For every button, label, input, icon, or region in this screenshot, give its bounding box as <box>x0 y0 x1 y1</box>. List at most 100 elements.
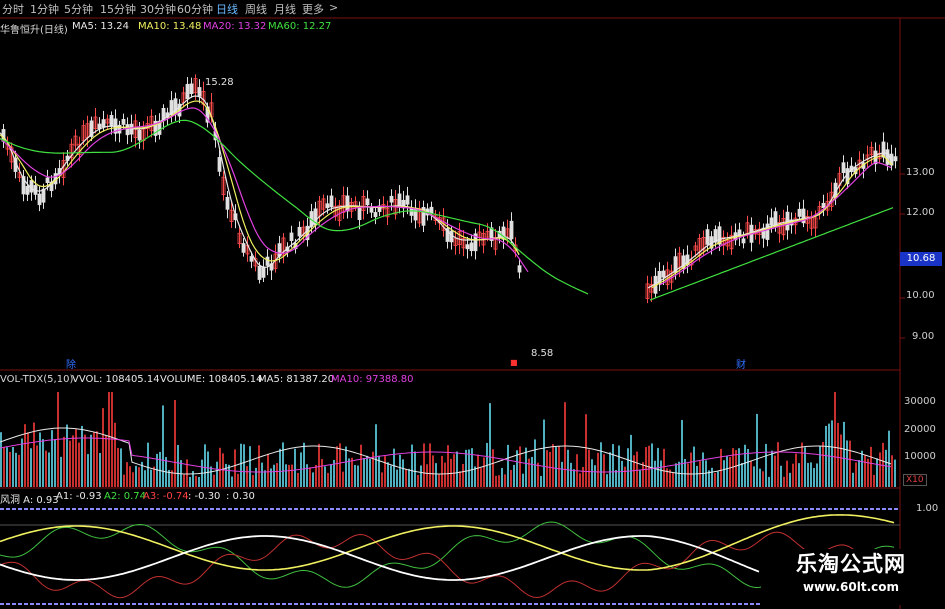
volume-bar <box>357 465 359 487</box>
candle-body <box>429 206 434 214</box>
volume-bar <box>456 451 458 487</box>
ma60-line <box>0 119 589 295</box>
candle-body <box>45 177 50 183</box>
volume-bar <box>783 476 785 487</box>
volume-bar <box>840 434 842 487</box>
volume-bar <box>465 449 467 487</box>
volume-bar <box>321 459 323 487</box>
volume-bar <box>261 462 263 487</box>
candle-body <box>413 207 418 221</box>
volume-bar <box>825 425 827 487</box>
volume-bar <box>252 474 254 487</box>
candle-body <box>189 83 194 94</box>
volume-bar <box>513 464 515 487</box>
volume-bar <box>195 475 197 487</box>
volume-bar <box>396 469 398 487</box>
candle-body <box>405 195 410 205</box>
volume-bar <box>132 472 134 487</box>
indicator-a-line <box>0 514 895 571</box>
volume-bar <box>642 462 644 487</box>
volume-bar <box>780 465 782 487</box>
volume-bar <box>342 471 344 487</box>
site-watermark: 乐淘公式网 www.60lt.com <box>761 549 941 605</box>
volume-bar <box>366 455 368 487</box>
candle-body <box>465 244 470 250</box>
candle-body <box>257 265 262 280</box>
candle-body <box>769 217 774 226</box>
volume-bar <box>210 466 212 487</box>
volume-bar <box>489 403 491 487</box>
vol-ma5-value: MA5: 81387.20 <box>258 374 335 385</box>
volume-bar <box>483 457 485 487</box>
indicator-a3-line <box>0 531 895 599</box>
candle-body <box>365 198 370 206</box>
event-marker[interactable]: ■ <box>510 358 518 367</box>
volume-bar <box>762 471 764 487</box>
low-price-label: 8.58 <box>531 348 554 359</box>
volume-bar <box>534 439 536 487</box>
volume-bar <box>219 447 221 487</box>
volume-bar <box>444 462 446 487</box>
volume-bar <box>639 470 641 487</box>
volume-bar <box>477 454 479 487</box>
volume-bar <box>501 467 503 487</box>
candle-body <box>197 87 202 97</box>
volume-bar <box>654 460 656 487</box>
kline-chart[interactable] <box>0 0 945 609</box>
volume-unit: X10 <box>903 474 927 486</box>
volume-bar <box>816 463 818 487</box>
volume-bar <box>651 443 653 487</box>
volume-bar <box>894 459 896 487</box>
volume-bar <box>3 447 5 487</box>
volume-bar <box>129 466 131 487</box>
volume-bar <box>441 455 443 487</box>
current-price-tag: 10.68 <box>900 252 942 266</box>
ex-dividend-marker[interactable]: 除 <box>66 356 76 371</box>
volume-bar <box>297 472 299 487</box>
volume-bar <box>177 444 179 487</box>
volume-bar <box>351 457 353 487</box>
candle-body <box>125 124 130 136</box>
candle-body <box>661 270 666 278</box>
volume-bar <box>399 454 401 487</box>
volume-tick: 10000 <box>904 451 936 462</box>
volume-bar <box>96 431 98 487</box>
volume-bar <box>15 452 17 487</box>
volume-bar <box>33 422 35 487</box>
volume-bar <box>774 455 776 487</box>
volume-bar <box>237 473 239 487</box>
volume-bar <box>420 465 422 487</box>
finance-marker[interactable]: 财 <box>736 356 746 371</box>
volume-bar <box>48 452 50 487</box>
volume-bar <box>447 445 449 487</box>
candle-body <box>37 193 42 206</box>
volume-bar <box>78 442 80 487</box>
volume-bar <box>306 464 308 487</box>
volume-bar <box>873 474 875 487</box>
volume-bar <box>702 452 704 487</box>
volume-bar <box>102 408 104 487</box>
volume-bar <box>135 465 137 487</box>
volume-bar <box>303 442 305 487</box>
volume-bar <box>672 472 674 487</box>
volume-bar <box>105 435 107 487</box>
volume-bar <box>384 456 386 487</box>
volume-bar <box>579 473 581 487</box>
volume-bar <box>204 444 206 487</box>
volume-bar <box>345 446 347 487</box>
volume-bar <box>561 461 563 487</box>
volume-tick: 20000 <box>904 424 936 435</box>
volume-bar <box>408 468 410 487</box>
volume-bar <box>84 434 86 487</box>
volume-bar <box>606 474 608 487</box>
candle-body <box>345 195 350 212</box>
candle-body <box>885 149 890 165</box>
candle-body <box>705 229 710 245</box>
volume-bar <box>495 475 497 487</box>
volume-bar <box>45 450 47 487</box>
volume-bar <box>855 462 857 487</box>
candle-body <box>469 242 474 252</box>
high-price-label: 15.28 <box>205 77 234 88</box>
volume-bar <box>18 454 20 487</box>
candle-body <box>217 157 222 172</box>
